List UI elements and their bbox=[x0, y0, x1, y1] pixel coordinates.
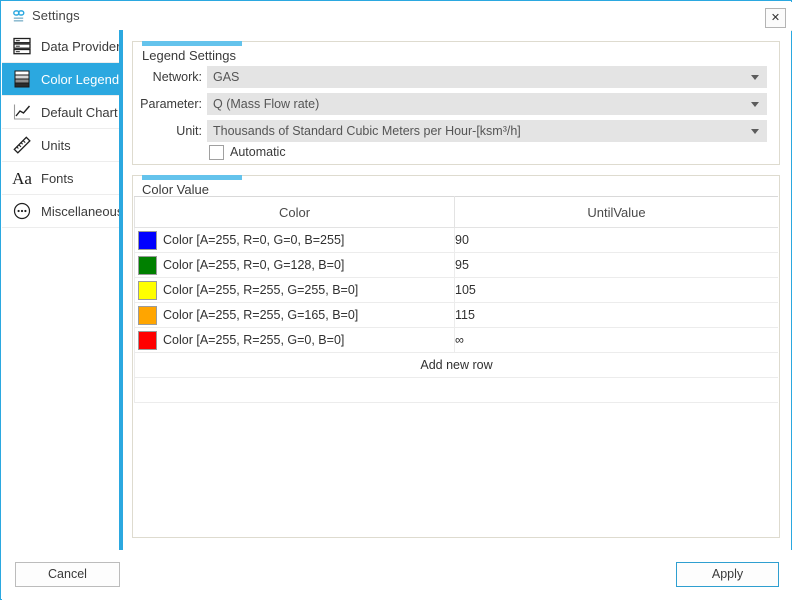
unit-field-row: Unit: Thousands of Standard Cubic Meters… bbox=[133, 120, 779, 142]
color-description: Color [A=255, R=0, G=128, B=0] bbox=[163, 258, 345, 272]
table-row[interactable]: Color [A=255, R=0, G=128, B=0] 95 bbox=[134, 252, 778, 278]
group-accent-bar bbox=[142, 175, 242, 180]
parameter-label: Parameter: bbox=[140, 97, 202, 111]
font-aa-icon: Aa bbox=[12, 169, 32, 188]
automatic-checkbox[interactable] bbox=[209, 145, 224, 160]
color-description: Color [A=255, R=255, G=165, B=0] bbox=[163, 308, 359, 322]
column-header-color[interactable]: Color bbox=[134, 196, 455, 228]
network-label: Network: bbox=[152, 70, 202, 84]
sidebar-item-label: Fonts bbox=[41, 170, 74, 186]
chevron-down-icon bbox=[751, 102, 759, 107]
window-title: Settings bbox=[32, 8, 80, 23]
settings-sidebar: Data Provider Color Legend Default Chart bbox=[2, 30, 123, 550]
color-description: Color [A=255, R=0, G=0, B=255] bbox=[163, 233, 345, 247]
table-header-row: Color UntilValue bbox=[134, 196, 778, 228]
table-row[interactable]: Color [A=255, R=255, G=165, B=0] 115 bbox=[134, 302, 778, 328]
table-row[interactable]: Color [A=255, R=0, G=0, B=255] 90 bbox=[134, 227, 778, 253]
cell-color: Color [A=255, R=0, G=128, B=0] bbox=[134, 252, 455, 278]
dialog-footer: Cancel Apply bbox=[2, 550, 792, 600]
color-value-table: Color UntilValue Color [A=255, R=0, G=0,… bbox=[134, 196, 778, 403]
legend-settings-title: Legend Settings bbox=[142, 48, 240, 63]
cell-untilvalue[interactable]: 90 bbox=[454, 227, 778, 253]
color-swatch[interactable] bbox=[138, 255, 157, 275]
parameter-select[interactable]: Q (Mass Flow rate) bbox=[207, 93, 767, 115]
unit-select[interactable]: Thousands of Standard Cubic Meters per H… bbox=[207, 120, 767, 142]
color-description: Color [A=255, R=255, G=0, B=0] bbox=[163, 333, 345, 347]
color-swatch[interactable] bbox=[138, 230, 157, 250]
network-select[interactable]: GAS bbox=[207, 66, 767, 88]
cell-untilvalue[interactable]: ∞ bbox=[454, 327, 778, 353]
chevron-down-icon bbox=[751, 129, 759, 134]
cell-untilvalue[interactable]: 105 bbox=[454, 277, 778, 303]
cancel-button[interactable]: Cancel bbox=[15, 562, 120, 587]
ellipsis-circle-icon bbox=[13, 202, 31, 220]
color-value-title: Color Value bbox=[142, 182, 213, 197]
sidebar-item-fonts[interactable]: Aa Fonts bbox=[2, 162, 119, 195]
legend-settings-group: Legend Settings Network: GAS Parameter: … bbox=[132, 41, 780, 165]
server-icon bbox=[13, 37, 31, 55]
color-description: Color [A=255, R=255, G=255, B=0] bbox=[163, 283, 359, 297]
color-swatch[interactable] bbox=[138, 330, 157, 350]
column-header-untilvalue[interactable]: UntilValue bbox=[454, 196, 778, 228]
color-swatch[interactable] bbox=[138, 305, 157, 325]
automatic-label: Automatic bbox=[230, 145, 286, 159]
cell-color: Color [A=255, R=255, G=0, B=0] bbox=[134, 327, 455, 353]
cell-color: Color [A=255, R=0, G=0, B=255] bbox=[134, 227, 455, 253]
color-swatch[interactable] bbox=[138, 280, 157, 300]
table-row[interactable]: Color [A=255, R=255, G=255, B=0] 105 bbox=[134, 277, 778, 303]
settings-content-panel: Legend Settings Network: GAS Parameter: … bbox=[123, 30, 791, 550]
sidebar-item-data-provider[interactable]: Data Provider bbox=[2, 30, 121, 63]
line-chart-icon bbox=[13, 104, 31, 120]
unit-value: Thousands of Standard Cubic Meters per H… bbox=[213, 124, 521, 138]
add-new-row[interactable]: Add new row bbox=[134, 352, 778, 378]
sidebar-item-label: Color Legend bbox=[41, 71, 120, 87]
sidebar-item-label: Data Provider bbox=[41, 38, 121, 54]
sidebar-item-units[interactable]: Units bbox=[2, 129, 119, 162]
ruler-icon bbox=[13, 136, 31, 154]
cell-color: Color [A=255, R=255, G=255, B=0] bbox=[134, 277, 455, 303]
chevron-down-icon bbox=[751, 75, 759, 80]
color-bands-icon bbox=[14, 70, 30, 88]
group-accent-bar bbox=[142, 41, 242, 46]
cell-color: Color [A=255, R=255, G=165, B=0] bbox=[134, 302, 455, 328]
close-icon[interactable]: ✕ bbox=[765, 8, 786, 28]
sidebar-item-color-legend[interactable]: Color Legend bbox=[2, 63, 119, 96]
sidebar-item-miscellaneous[interactable]: Miscellaneous bbox=[2, 195, 123, 228]
cell-untilvalue[interactable]: 115 bbox=[454, 302, 778, 328]
add-new-row-label[interactable]: Add new row bbox=[134, 352, 778, 378]
table-empty-area bbox=[134, 377, 778, 403]
sidebar-item-label: Units bbox=[41, 137, 71, 153]
parameter-field-row: Parameter: Q (Mass Flow rate) bbox=[133, 93, 779, 115]
sidebar-item-label: Default Chart bbox=[41, 104, 118, 120]
sidebar-item-default-chart[interactable]: Default Chart bbox=[2, 96, 119, 129]
network-value: GAS bbox=[213, 70, 240, 84]
table-row[interactable]: Color [A=255, R=255, G=0, B=0] ∞ bbox=[134, 327, 778, 353]
apply-button[interactable]: Apply bbox=[676, 562, 779, 587]
unit-label: Unit: bbox=[176, 124, 202, 138]
network-field-row: Network: GAS bbox=[133, 66, 779, 88]
sidebar-item-label: Miscellaneous bbox=[41, 203, 124, 219]
parameter-value: Q (Mass Flow rate) bbox=[213, 97, 320, 111]
settings-app-icon bbox=[13, 10, 25, 22]
color-value-table-wrap: Color UntilValue Color [A=255, R=0, G=0,… bbox=[134, 196, 778, 536]
svg-text:Aa: Aa bbox=[12, 169, 32, 188]
settings-window: Settings ✕ Data Provider Color Legend De… bbox=[0, 0, 792, 600]
color-value-group: Color Value Color UntilValue Color [A=25… bbox=[132, 175, 780, 538]
table-empty-cell bbox=[134, 377, 778, 403]
cell-untilvalue[interactable]: 95 bbox=[454, 252, 778, 278]
title-bar: Settings ✕ bbox=[2, 2, 792, 31]
